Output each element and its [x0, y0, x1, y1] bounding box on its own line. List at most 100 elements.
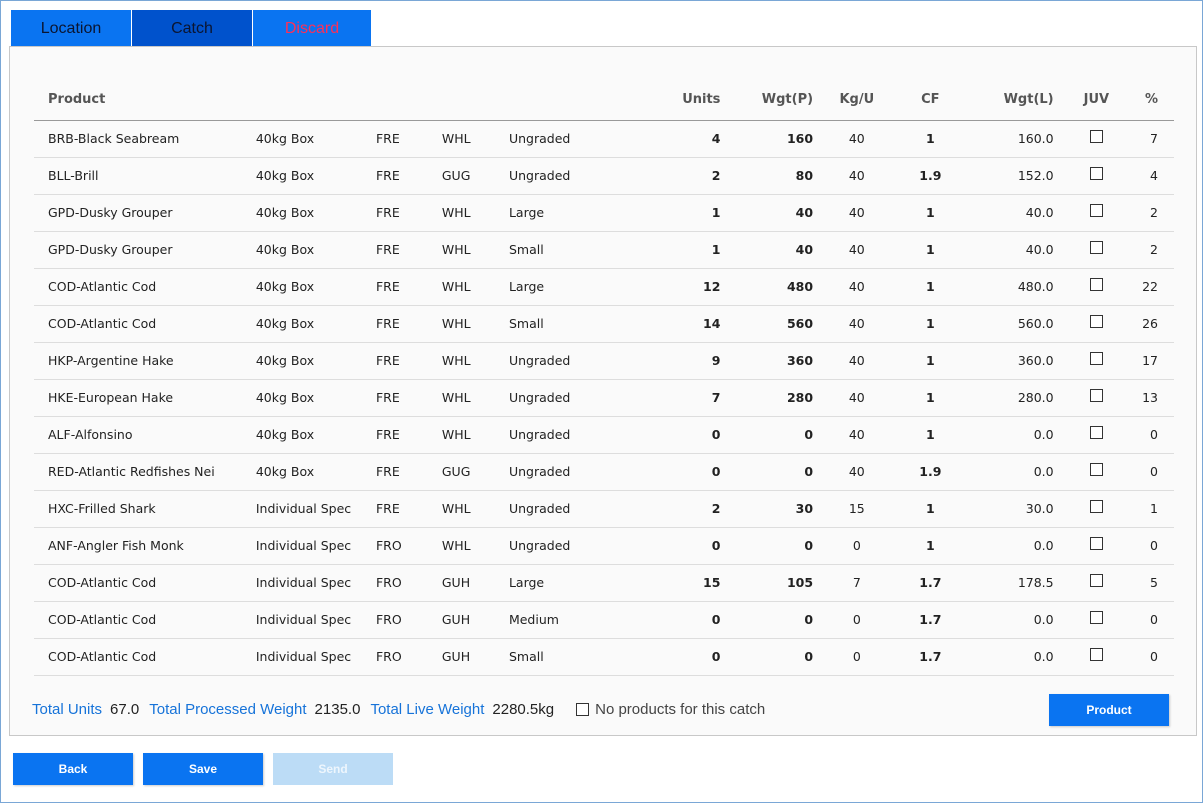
tab-catch[interactable]: Catch — [132, 10, 252, 47]
kg-u-cell: 40 — [823, 120, 891, 158]
tab-bar: Location Catch Discard — [11, 10, 372, 47]
tab-discard[interactable]: Discard — [253, 10, 371, 47]
total-live-weight-value: 2280.5kg — [492, 701, 555, 718]
table-row[interactable]: ANF-Angler Fish MonkIndividual Specie FRO… — [34, 527, 1174, 565]
state-cell: GUH — [441, 601, 509, 639]
table-row[interactable]: RED-Atlantic Redfishes Nei 40kg Box FRE GUG… — [34, 453, 1174, 491]
totals-bar: Total Units 67.0 Total Processed Weight … — [32, 701, 765, 718]
wgt-l-cell: 40.0 — [970, 231, 1068, 269]
header-cf[interactable]: CF — [890, 79, 971, 121]
table-row[interactable]: COD-Atlantic Cod 40kg Box FRE WHL Large 12 480… — [34, 268, 1174, 306]
wgt-p-cell: 0 — [730, 638, 824, 676]
header-juv[interactable]: JUV — [1067, 79, 1126, 121]
grade-cell: Ungraded — [508, 379, 616, 417]
table-row[interactable]: GPD-Dusky Grouper 40kg Box FRE WHL Large 1 40 4… — [34, 194, 1174, 232]
pack-label: Individual Specie — [255, 501, 351, 516]
percent-cell: 0 — [1125, 527, 1174, 565]
grade-cell: Large — [508, 194, 616, 232]
grade-cell: Small — [508, 231, 616, 269]
juv-checkbox[interactable] — [1089, 204, 1103, 217]
save-button[interactable]: Save — [143, 753, 263, 785]
wgt-p-cell: 0 — [730, 416, 824, 454]
table-row[interactable]: BRB-Black Seabream 40kg Box FRE WHL Ungraded… — [34, 120, 1174, 158]
juv-checkbox[interactable] — [1089, 537, 1103, 550]
product-cell: COD-Atlantic Cod — [34, 601, 256, 639]
pack-cell: 40kg Box — [255, 416, 376, 454]
juv-checkbox[interactable] — [1089, 574, 1103, 587]
catch-table: Product Units Wgt(P) Kg/U CF Wgt(L) JUV … — [34, 79, 1174, 676]
product-cell: ALF-Alfonsino — [34, 416, 256, 454]
header-presentation — [375, 79, 442, 121]
app-window: Location Catch Discard Product Units Wgt… — [0, 0, 1203, 803]
wgt-l-cell: 40.0 — [970, 194, 1068, 232]
juv-checkbox[interactable] — [1089, 167, 1103, 180]
state-cell: WHL — [441, 231, 509, 269]
table-row[interactable]: ALF-Alfonsino 40kg Box FRE WHL Ungraded 0 0 40 1… — [34, 416, 1174, 454]
wgt-p-cell: 0 — [730, 527, 824, 565]
header-kg-u[interactable]: Kg/U — [823, 79, 891, 121]
table-row[interactable]: COD-Atlantic Cod 40kg Box FRE WHL Small 14 560… — [34, 305, 1174, 343]
juv-cell — [1067, 342, 1126, 380]
presentation-cell: FRO — [375, 527, 442, 565]
pack-label: 40kg Box — [255, 316, 315, 331]
cf-cell: 1.9 — [890, 157, 971, 195]
table-row[interactable]: GPD-Dusky Grouper 40kg Box FRE WHL Small 1 40 4… — [34, 231, 1174, 269]
grade-cell: Ungraded — [508, 416, 616, 454]
kg-u-cell: 15 — [823, 490, 891, 528]
juv-checkbox[interactable] — [1089, 426, 1103, 439]
back-button[interactable]: Back — [13, 753, 133, 785]
pack-cell: 40kg Box — [255, 453, 376, 491]
product-cell: COD-Atlantic Cod — [34, 305, 256, 343]
table-row[interactable]: HXC-Frilled SharkIndividual Specie FREWHL… — [34, 490, 1174, 528]
cf-cell: 1 — [890, 416, 971, 454]
percent-cell: 13 — [1125, 379, 1174, 417]
cf-cell: 1 — [890, 268, 971, 306]
pack-cell: Individual Specie — [255, 601, 376, 639]
juv-checkbox[interactable] — [1089, 315, 1103, 328]
wgt-l-cell: 0.0 — [970, 416, 1068, 454]
grade-cell: Small — [508, 638, 616, 676]
grade-cell: Large — [508, 268, 616, 306]
table-row[interactable]: COD-Atlantic CodIndividual Specie FROGUHM… — [34, 601, 1174, 639]
juv-checkbox[interactable] — [1089, 648, 1103, 661]
no-products-checkbox[interactable] — [576, 703, 590, 716]
units-cell: 1 — [615, 194, 731, 232]
table-row[interactable]: COD-Atlantic CodIndividual Specie FROGUHL… — [34, 564, 1174, 602]
juv-checkbox[interactable] — [1089, 500, 1103, 513]
juv-checkbox[interactable] — [1089, 389, 1103, 402]
units-cell: 0 — [615, 601, 731, 639]
table-row[interactable]: BLL-Brill 40kg Box FRE GUG Ungraded 2 80 40 1.9 1… — [34, 157, 1174, 195]
pack-label: 40kg Box — [255, 168, 315, 183]
juv-checkbox[interactable] — [1089, 352, 1103, 365]
tab-location[interactable]: Location — [11, 10, 131, 47]
wgt-p-cell: 80 — [730, 157, 824, 195]
juv-checkbox[interactable] — [1089, 611, 1103, 624]
header-wgt-p[interactable]: Wgt(P) — [730, 79, 824, 121]
grade-cell: Small — [508, 305, 616, 343]
cf-cell: 1 — [890, 120, 971, 158]
product-cell: COD-Atlantic Cod — [34, 564, 256, 602]
cf-cell: 1.9 — [890, 453, 971, 491]
pack-cell: 40kg Box — [255, 194, 376, 232]
no-products-option[interactable]: No products for this catch — [576, 701, 765, 718]
table-row[interactable]: HKP-Argentine Hake 40kg Box FRE WHL Ungraded… — [34, 342, 1174, 380]
juv-checkbox[interactable] — [1089, 241, 1103, 254]
units-cell: 14 — [615, 305, 731, 343]
juv-cell — [1067, 527, 1126, 565]
header-units[interactable]: Units — [615, 79, 731, 121]
header-wgt-l[interactable]: Wgt(L) — [970, 79, 1068, 121]
juv-checkbox[interactable] — [1089, 130, 1103, 143]
product-button[interactable]: Product — [1049, 694, 1169, 726]
state-cell: GUG — [441, 453, 509, 491]
send-button[interactable]: Send — [273, 753, 393, 785]
juv-cell — [1067, 564, 1126, 602]
header-product[interactable]: Product — [34, 79, 256, 121]
table-row[interactable]: COD-Atlantic CodIndividual Specie FROGUHS… — [34, 638, 1174, 676]
percent-cell: 26 — [1125, 305, 1174, 343]
juv-checkbox[interactable] — [1089, 278, 1103, 291]
table-row[interactable]: HKE-European Hake 40kg Box FRE WHL Ungraded 7… — [34, 379, 1174, 417]
juv-checkbox[interactable] — [1089, 463, 1103, 476]
header-percent[interactable]: % — [1125, 79, 1174, 121]
product-cell: HKP-Argentine Hake — [34, 342, 256, 380]
wgt-l-cell: 0.0 — [970, 638, 1068, 676]
